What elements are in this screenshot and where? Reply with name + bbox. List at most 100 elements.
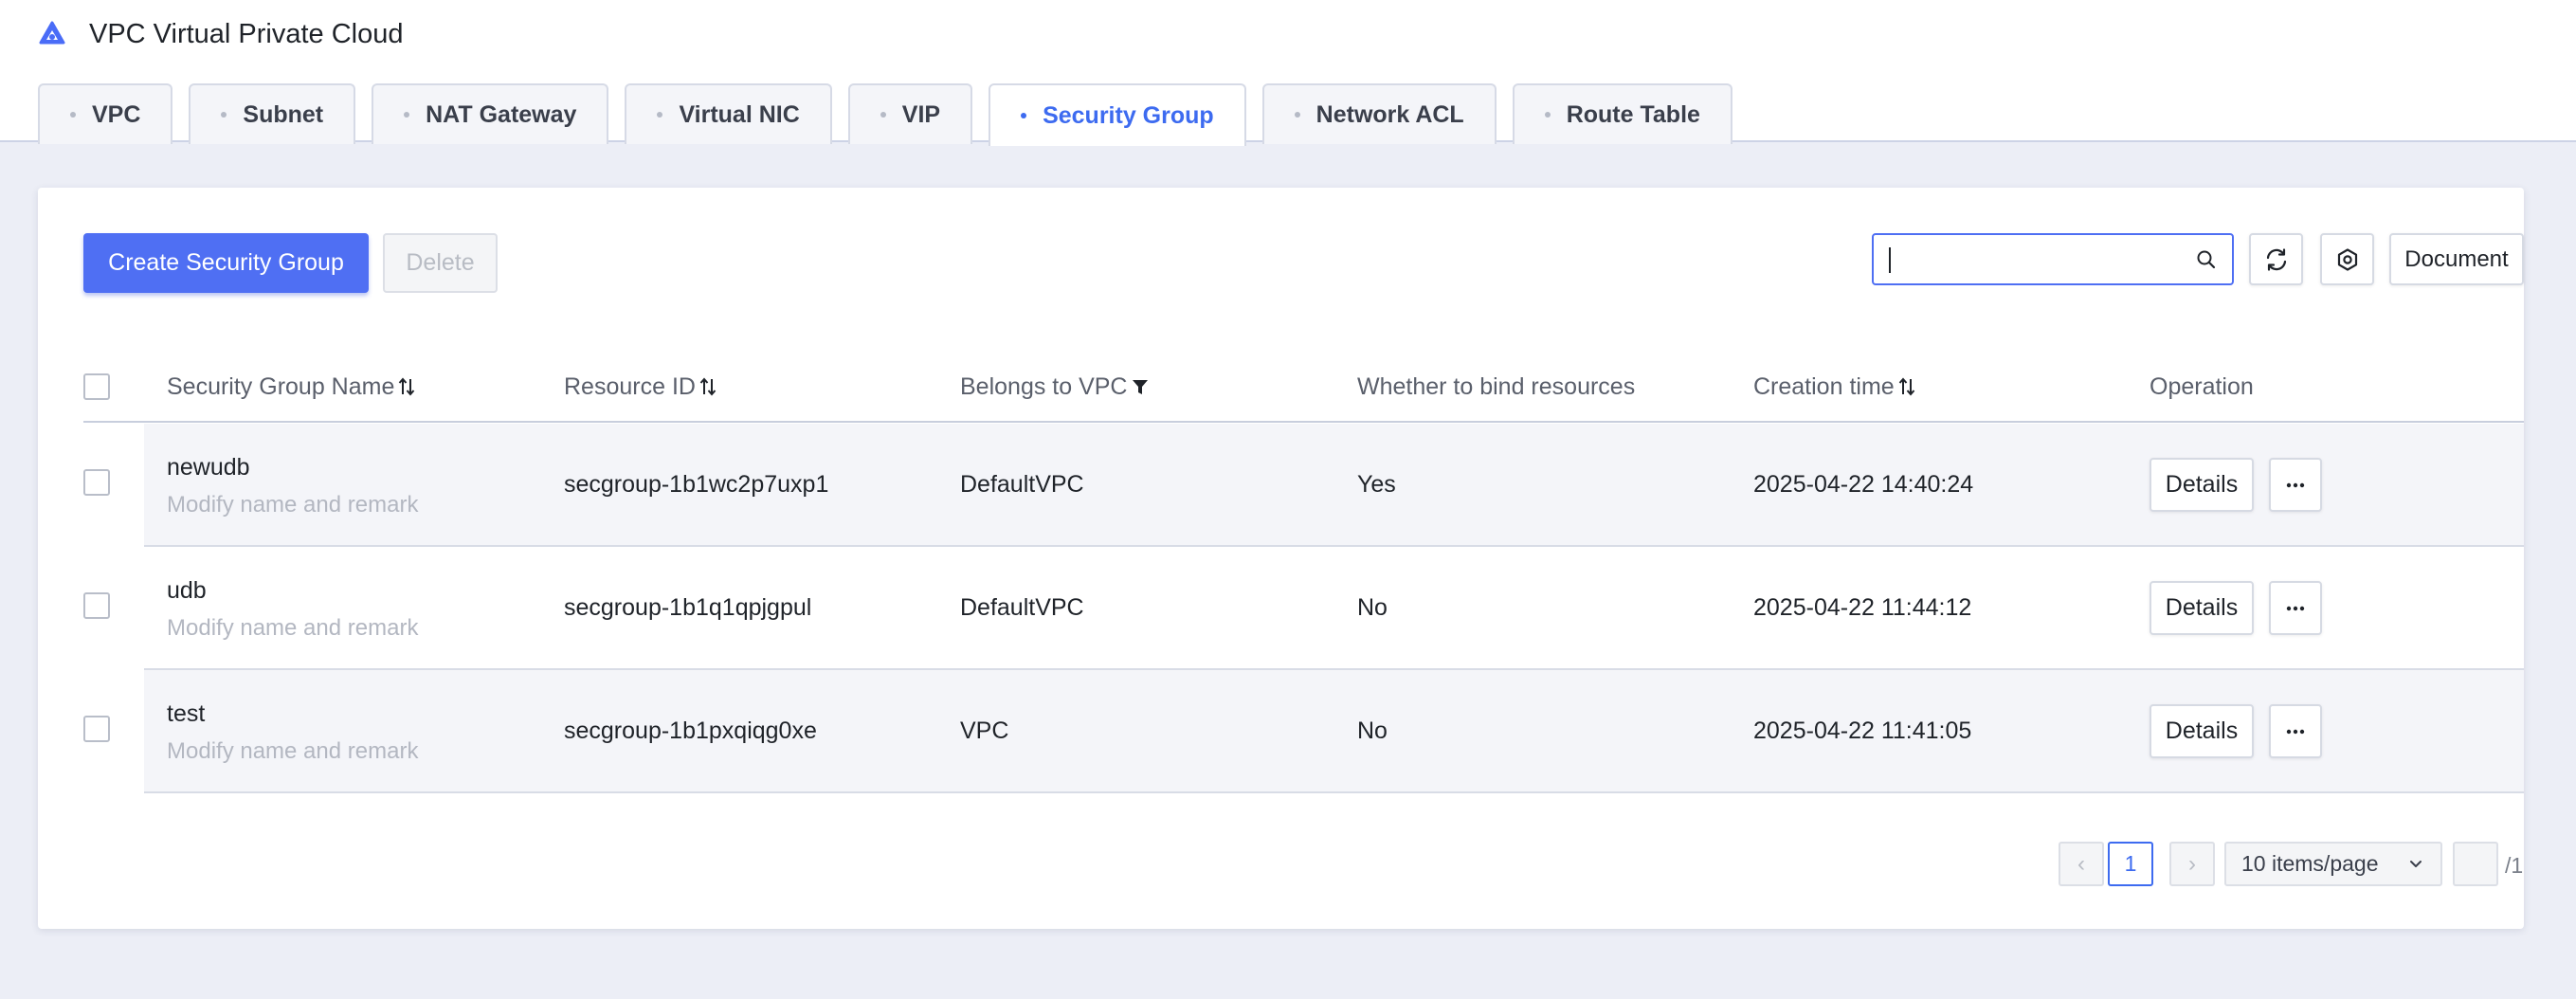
details-button[interactable]: Details <box>2150 458 2254 512</box>
resource-id: secgroup-1b1pxqiqg0xe <box>564 717 817 744</box>
tab-dot <box>1294 112 1300 118</box>
tab-label: Security Group <box>1043 101 1214 129</box>
column-label: Operation <box>2150 372 2254 400</box>
table-row: udb Modify name and remark secgroup-1b1q… <box>144 547 2524 670</box>
prev-page-button[interactable]: ‹ <box>2059 842 2104 886</box>
tab-label: NAT Gateway <box>426 100 577 128</box>
tab-label: Subnet <box>243 100 324 128</box>
tab-security-group[interactable]: Security Group <box>989 83 1246 146</box>
search-field[interactable] <box>1872 233 2234 285</box>
page-number-current[interactable]: 1 <box>2108 842 2153 886</box>
ellipsis-icon <box>2286 729 2305 735</box>
create-security-group-button[interactable]: Create Security Group <box>83 233 369 293</box>
refresh-icon <box>2264 247 2289 272</box>
tab-network-acl[interactable]: Network ACL <box>1261 83 1497 144</box>
refresh-button[interactable] <box>2249 233 2303 285</box>
chevron-left-icon: ‹ <box>2077 850 2085 877</box>
tab-label: Network ACL <box>1315 100 1464 128</box>
page-jump-input[interactable] <box>2453 842 2498 886</box>
tab-subnet[interactable]: Subnet <box>189 83 356 144</box>
tab-dot <box>1021 113 1027 118</box>
modify-name-link[interactable]: Modify name and remark <box>167 615 418 642</box>
tab-vpc[interactable]: VPC <box>38 83 173 144</box>
tab-label: VPC <box>92 100 141 128</box>
tab-label: Virtual NIC <box>679 100 800 128</box>
cloud-logo-icon <box>38 20 66 48</box>
column-label: Resource ID <box>564 372 696 400</box>
app-title: VPC Virtual Private Cloud <box>89 18 404 49</box>
tab-dot <box>880 112 886 118</box>
table-row: newudb Modify name and remark secgroup-1… <box>144 424 2524 547</box>
table-row: test Modify name and remark secgroup-1b1… <box>144 670 2524 793</box>
modify-name-link[interactable]: Modify name and remark <box>167 738 418 765</box>
chevron-right-icon: › <box>2188 850 2196 877</box>
column-header-name[interactable]: Security Group Name <box>167 351 415 423</box>
details-button[interactable]: Details <box>2150 581 2254 635</box>
sort-icon[interactable] <box>1898 375 1915 398</box>
security-group-name: udb <box>167 577 207 604</box>
page-size-value: 10 items/page <box>2241 851 2379 876</box>
ellipsis-icon <box>2286 482 2305 488</box>
gear-icon <box>2335 247 2360 272</box>
sort-icon[interactable] <box>699 375 717 398</box>
table-header: Security Group Name Resource ID Belongs … <box>83 351 2524 423</box>
delete-button[interactable]: Delete <box>383 233 498 293</box>
modify-name-link[interactable]: Modify name and remark <box>167 492 418 518</box>
tab-dot <box>70 112 76 118</box>
security-group-name: newudb <box>167 454 250 481</box>
column-header-bind-resources: Whether to bind resources <box>1357 351 1635 423</box>
search-input[interactable] <box>1874 235 2196 283</box>
tab-dot <box>221 112 227 118</box>
resource-tabs: VPC Subnet NAT Gateway Virtual NIC VIP S… <box>38 81 1749 146</box>
app-title-area: VPC Virtual Private Cloud <box>38 17 404 51</box>
tab-label: VIP <box>901 100 941 128</box>
creation-time: 2025-04-22 11:41:05 <box>1753 717 1972 744</box>
text-caret <box>1889 247 1891 273</box>
more-actions-button[interactable] <box>2269 704 2322 758</box>
column-label: Security Group Name <box>167 372 395 400</box>
row-checkbox[interactable] <box>83 716 110 742</box>
filter-icon[interactable] <box>1132 376 1149 397</box>
ellipsis-icon <box>2286 606 2305 611</box>
details-button[interactable]: Details <box>2150 704 2254 758</box>
column-label: Creation time <box>1753 372 1895 400</box>
security-group-table: Security Group Name Resource ID Belongs … <box>83 351 2524 793</box>
creation-time: 2025-04-22 14:40:24 <box>1753 471 1974 498</box>
column-header-resource-id[interactable]: Resource ID <box>564 351 717 423</box>
tab-vip[interactable]: VIP <box>847 83 973 144</box>
tab-label: Route Table <box>1566 100 1700 128</box>
tab-dot <box>404 112 410 118</box>
more-actions-button[interactable] <box>2269 581 2322 635</box>
tab-route-table[interactable]: Route Table <box>1512 83 1732 144</box>
chevron-down-icon <box>2408 858 2423 871</box>
tab-virtual-nic[interactable]: Virtual NIC <box>625 83 832 144</box>
bind-status: No <box>1357 594 1388 621</box>
resource-id: secgroup-1b1q1qpjgpul <box>564 594 812 621</box>
column-label: Whether to bind resources <box>1357 372 1636 400</box>
search-icon[interactable] <box>2196 249 2217 270</box>
security-group-panel: Create Security Group Delete Document Se… <box>38 188 2524 929</box>
page-size-select[interactable]: 10 items/page <box>2224 842 2442 886</box>
bind-status: No <box>1357 717 1388 744</box>
row-checkbox[interactable] <box>83 469 110 496</box>
document-button[interactable]: Document <box>2389 233 2524 285</box>
column-header-vpc[interactable]: Belongs to VPC <box>960 351 1149 423</box>
settings-button[interactable] <box>2320 233 2374 285</box>
resource-id: secgroup-1b1wc2p7uxp1 <box>564 471 829 498</box>
tab-dot <box>657 112 663 118</box>
more-actions-button[interactable] <box>2269 458 2322 512</box>
column-header-creation-time[interactable]: Creation time <box>1753 351 1915 423</box>
tab-nat-gateway[interactable]: NAT Gateway <box>372 83 609 144</box>
page-total: /1 <box>2505 853 2524 878</box>
vpc-name: DefaultVPC <box>960 471 1084 498</box>
bind-status: Yes <box>1357 471 1396 498</box>
sort-icon[interactable] <box>398 375 415 398</box>
column-label: Belongs to VPC <box>960 372 1128 400</box>
security-group-name: test <box>167 700 206 727</box>
select-all-checkbox[interactable] <box>83 373 110 400</box>
next-page-button[interactable]: › <box>2169 842 2215 886</box>
vpc-name: DefaultVPC <box>960 594 1084 621</box>
row-checkbox[interactable] <box>83 592 110 619</box>
creation-time: 2025-04-22 11:44:12 <box>1753 594 1972 621</box>
top-header: VPC Virtual Private Cloud VPC Subnet NAT… <box>0 0 2576 146</box>
